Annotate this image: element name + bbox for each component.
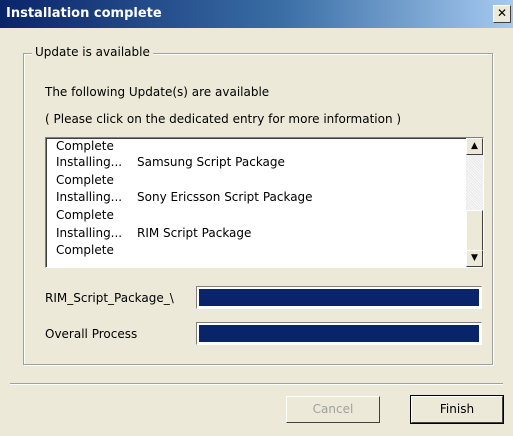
scroll-thumb[interactable] xyxy=(466,210,483,252)
close-icon[interactable]: ✕ xyxy=(493,5,511,23)
overall-progress-bar xyxy=(196,322,482,345)
available-text: The following Update(s) are available xyxy=(45,85,270,99)
cancel-button[interactable]: Cancel xyxy=(286,396,380,423)
package-progress-fill xyxy=(199,289,479,306)
package-progress-label: RIM_Script_Package_\ xyxy=(45,291,174,305)
divider xyxy=(10,383,503,385)
list-item[interactable]: Complete xyxy=(56,243,137,258)
scroll-up-icon[interactable]: ▲ xyxy=(466,138,483,155)
window-title: Installation complete xyxy=(6,6,162,21)
finish-button[interactable]: Finish xyxy=(410,395,504,424)
scroll-down-icon[interactable]: ▼ xyxy=(466,250,483,267)
info-text: ( Please click on the dedicated entry fo… xyxy=(45,112,402,126)
overall-progress-label: Overall Process xyxy=(45,327,138,341)
installer-window: Installation complete ✕ Update is availa… xyxy=(0,0,513,436)
install-log-list[interactable]: Complete Installing... Samsung Script Pac… xyxy=(45,137,484,268)
overall-progress-fill xyxy=(199,325,479,342)
list-item[interactable]: Complete xyxy=(56,173,137,188)
title-bar[interactable]: Installation complete ✕ xyxy=(0,0,513,28)
list-item[interactable]: Installing... Sony Ericsson Script Packag… xyxy=(56,190,313,205)
list-item[interactable]: Installing... Samsung Script Package xyxy=(56,155,285,170)
package-progress-bar xyxy=(196,286,482,309)
list-item[interactable]: Complete xyxy=(56,139,137,154)
list-item[interactable]: Complete xyxy=(56,208,137,223)
group-legend: Update is available xyxy=(32,45,153,59)
list-item[interactable]: Installing... RIM Script Package xyxy=(56,226,251,241)
scrollbar[interactable]: ▲ ▼ xyxy=(466,138,483,267)
